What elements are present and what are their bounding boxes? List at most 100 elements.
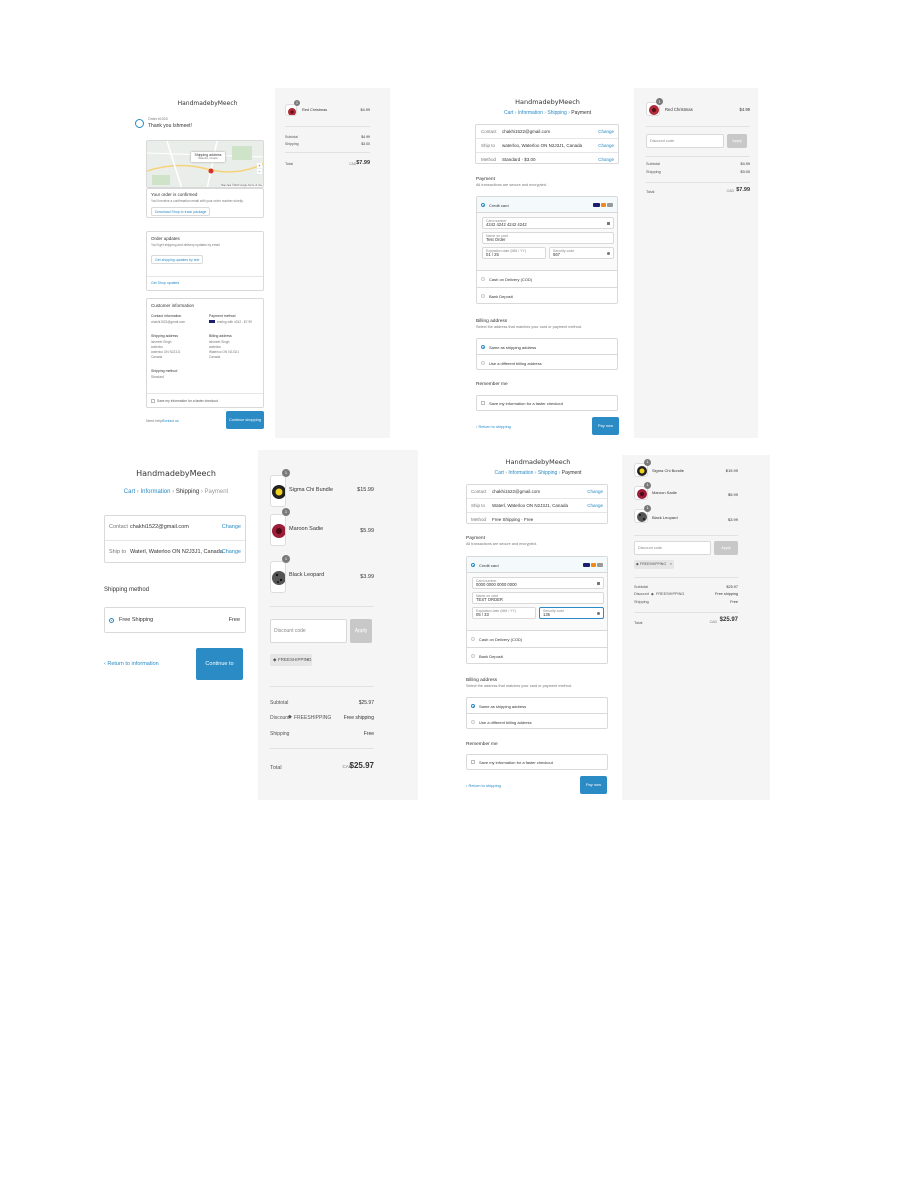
breadcrumb-payment[interactable]: Payment [205, 489, 229, 495]
free-shipping-radio[interactable] [109, 618, 114, 623]
card-number-field[interactable]: Card number 0000 0000 0000 0000 [472, 577, 604, 589]
name-on-card-field[interactable]: Name on card TEST ORDER [472, 592, 604, 604]
same-address-option[interactable]: Same as shipping address [467, 698, 607, 714]
subtotal-label: Subtotal [634, 585, 648, 589]
discount-code-input[interactable]: Discount code [270, 619, 347, 643]
bank-option[interactable]: Bank Deposit [467, 648, 607, 665]
billing-line-3: Waterloo ON N2J3J1 [209, 350, 239, 354]
shop-title[interactable]: HandmadebyMeech [140, 100, 275, 107]
diff-address-option[interactable]: Use a different billing address [477, 355, 617, 371]
breadcrumb-information[interactable]: Information [518, 110, 543, 116]
breadcrumb-information[interactable]: Information [508, 470, 533, 476]
visa-icon [593, 203, 600, 207]
name-on-card-field[interactable]: Name on card Test Order [482, 232, 614, 244]
remove-discount-icon[interactable]: × [306, 657, 309, 662]
bank-option[interactable]: Bank Deposit [477, 288, 617, 305]
quantity-badge: 1 [282, 508, 290, 516]
diff-address-radio[interactable] [481, 361, 485, 365]
review-box: Contact chakhi1522@gmail.com Change Ship… [466, 484, 608, 524]
quantity-badge: 1 [294, 100, 300, 106]
total-label: Total [285, 162, 294, 166]
shipping-panel: HandmadebyMeech Cart › Information › Shi… [100, 465, 252, 800]
card-form: Card number 4242 4242 4242 4242 Name on … [477, 213, 617, 271]
cod-option[interactable]: Cash on Delivery (COD) [467, 631, 607, 648]
review-label: Ship to [481, 143, 496, 148]
cod-option[interactable]: Cash on Delivery (COD) [477, 271, 617, 288]
contact-us-link[interactable]: Contact us [162, 419, 179, 423]
order-number: Order #1003 [148, 117, 168, 121]
divider [270, 686, 374, 687]
sms-updates-button[interactable]: Get shipping updates by text [151, 255, 204, 264]
review-value: chakhi1522@gmail.com [502, 129, 551, 134]
cod-radio[interactable] [481, 277, 485, 281]
same-address-radio[interactable] [471, 704, 475, 708]
bank-radio[interactable] [481, 294, 485, 298]
pay-now-button[interactable]: Pay now [592, 417, 619, 435]
remember-checkbox[interactable] [471, 760, 475, 764]
map-zoom-out[interactable]: − [257, 169, 262, 174]
map-zoom-in[interactable]: + [257, 163, 262, 168]
remove-discount-icon[interactable]: × [670, 562, 672, 566]
help-icon[interactable] [597, 612, 600, 615]
change-link[interactable]: Change [222, 524, 241, 530]
cod-radio[interactable] [471, 637, 475, 641]
divider [270, 606, 374, 607]
cod-label: Cash on Delivery (COD) [489, 277, 533, 282]
quantity-badge: 1 [644, 505, 651, 512]
credit-card-radio[interactable] [481, 203, 485, 207]
diff-address-option[interactable]: Use a different billing address [467, 714, 607, 730]
change-link[interactable]: Change [222, 549, 241, 555]
breadcrumb-cart[interactable]: Cart [124, 489, 135, 495]
breadcrumb-cart[interactable]: Cart [504, 110, 513, 116]
same-address-radio[interactable] [481, 345, 485, 349]
credit-card-radio[interactable] [471, 563, 475, 567]
same-address-option[interactable]: Same as shipping address [477, 339, 617, 355]
card-number-field[interactable]: Card number 4242 4242 4242 4242 [482, 217, 614, 229]
remember-title: Remember me [476, 382, 508, 387]
breadcrumb-cart[interactable]: Cart [494, 470, 503, 476]
diff-address-radio[interactable] [471, 720, 475, 724]
shop-title[interactable]: HandmadebyMeech [100, 469, 252, 478]
customer-info-box: Customer information Contact information… [146, 298, 264, 408]
return-to-shipping-link[interactable]: ‹ Return to shipping [466, 783, 501, 788]
field-value: 0000 0000 0000 0000 [476, 582, 517, 587]
shop-title[interactable]: HandmadebyMeech [470, 98, 625, 106]
shipping-label: Shipping [646, 170, 661, 174]
discount-code-input[interactable]: Discount code [646, 134, 724, 148]
help-icon[interactable] [607, 252, 610, 255]
security-code-field[interactable]: Security code 567 [549, 247, 614, 259]
bank-radio[interactable] [471, 654, 475, 658]
pay-now-button[interactable]: Pay now [580, 776, 607, 794]
expiration-field[interactable]: Expiration date (MM / YY) 05 / 33 [472, 607, 536, 619]
change-link[interactable]: Change [598, 129, 614, 134]
expiration-field[interactable]: Expiration date (MM / YY) 01 / 25 [482, 247, 546, 259]
review-value: chakhi1522@gmail.com [492, 489, 541, 494]
continue-to-payment-button[interactable]: Continue to payment [196, 648, 243, 699]
return-to-shipping-link[interactable]: ‹ Return to shipping [476, 424, 511, 429]
review-row-contact: Contact chakhi1522@gmail.com Change [105, 516, 245, 540]
shipping-method-box[interactable]: Free Shipping Free [104, 607, 246, 633]
breadcrumb-shipping[interactable]: Shipping [547, 110, 566, 116]
diff-address-label: Use a different billing address [489, 361, 542, 366]
change-link[interactable]: Change [587, 503, 603, 508]
change-link[interactable]: Change [587, 489, 603, 494]
change-link[interactable]: Change [598, 143, 614, 148]
save-info-checkbox[interactable] [151, 399, 155, 403]
breadcrumb-shipping[interactable]: Shipping [538, 470, 557, 476]
discount-code-input[interactable]: Discount code [634, 541, 711, 555]
breadcrumb-information[interactable]: Information [140, 489, 170, 495]
apply-button[interactable]: Apply [727, 134, 747, 148]
shipping-value: $3.00 [740, 170, 750, 174]
total-value: $7.99 [736, 187, 750, 193]
apply-button[interactable]: Apply [714, 541, 738, 555]
download-shop-button[interactable]: Download Shop to track package [151, 207, 211, 216]
security-code-field[interactable]: Security code 135 [539, 607, 604, 619]
change-link[interactable]: Change [598, 157, 614, 162]
shop-title[interactable]: HandmadebyMeech [462, 458, 614, 466]
remember-checkbox[interactable] [481, 401, 485, 405]
continue-shopping-button[interactable]: Continue shopping [226, 411, 264, 429]
apply-button[interactable]: Apply [350, 619, 372, 643]
shop-updates-link[interactable]: Get Shop updates [151, 281, 179, 285]
return-to-information-link[interactable]: ‹ Return to information [104, 661, 159, 667]
review-label: Ship to [471, 503, 486, 508]
